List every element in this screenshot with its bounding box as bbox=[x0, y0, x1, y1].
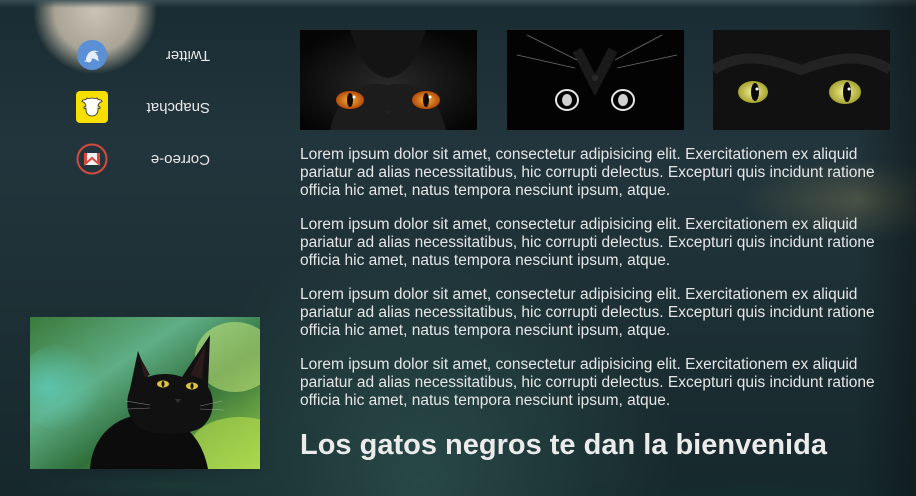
gallery-image-orange-eyes[interactable] bbox=[300, 30, 477, 130]
social-label-twitter: Twitter bbox=[165, 47, 210, 64]
main-content: Lorem ipsum dolor sit amet, consectetur … bbox=[300, 30, 890, 462]
social-link-twitter[interactable]: Twitter bbox=[70, 30, 230, 82]
social-link-email[interactable]: Correo-e bbox=[70, 134, 230, 186]
social-links: Twitter Snapchat Correo-e bbox=[70, 30, 230, 186]
page-headline: Los gatos negros te dan la bienvenida bbox=[300, 429, 827, 461]
social-label-snapchat: Snapchat bbox=[146, 99, 210, 116]
social-label-email: Correo-e bbox=[150, 151, 210, 168]
paragraph: Lorem ipsum dolor sit amet, consectetur … bbox=[300, 216, 875, 269]
image-gallery bbox=[300, 30, 890, 130]
paragraph: Lorem ipsum dolor sit amet, consectetur … bbox=[300, 356, 875, 409]
gallery-image-white-eyes[interactable] bbox=[507, 30, 684, 130]
gallery-image-yellow-eyes[interactable] bbox=[713, 30, 890, 130]
top-edge bbox=[0, 0, 916, 8]
social-link-snapchat[interactable]: Snapchat bbox=[70, 82, 230, 134]
paragraph: Lorem ipsum dolor sit amet, consectetur … bbox=[300, 286, 875, 339]
black-cat-photo bbox=[30, 317, 260, 469]
text-section: Lorem ipsum dolor sit amet, consectetur … bbox=[300, 146, 890, 410]
paragraph: Lorem ipsum dolor sit amet, consectetur … bbox=[300, 146, 875, 199]
